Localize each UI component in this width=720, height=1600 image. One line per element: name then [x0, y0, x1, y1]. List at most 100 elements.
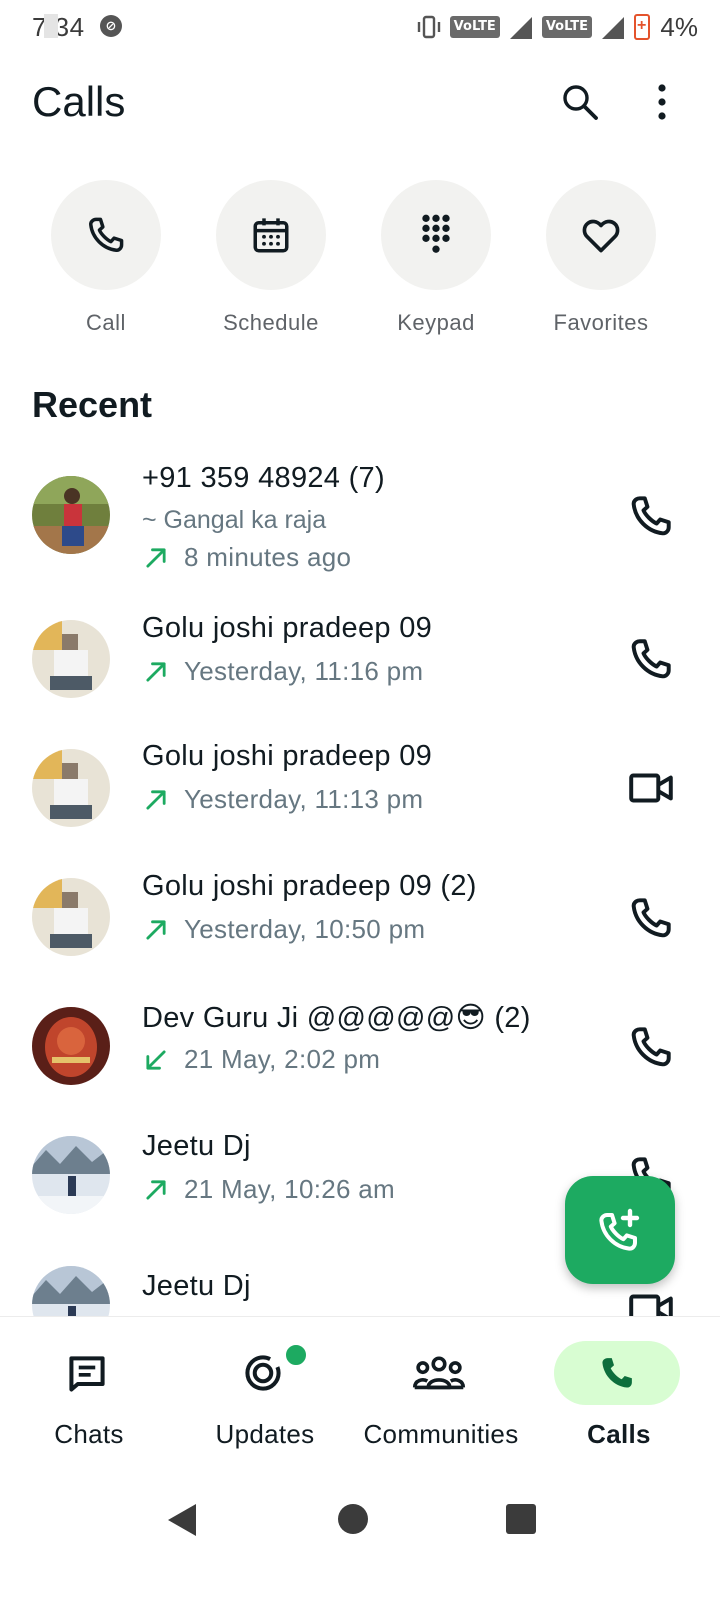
- avatar[interactable]: [32, 1007, 110, 1085]
- contact-name: Dev Guru Ji @@@@@😎 (2): [142, 1002, 531, 1034]
- new-call-fab[interactable]: [565, 1176, 675, 1284]
- nav-chats[interactable]: Chats: [4, 1339, 174, 1459]
- bottom-nav: Chats Updates Communities Calls: [0, 1316, 720, 1466]
- notification-icon: ⊘: [100, 15, 122, 37]
- heart-icon: [582, 219, 620, 253]
- call-meta: 21 May, 2:02 pm: [142, 1044, 380, 1075]
- calendar-icon: [253, 218, 289, 253]
- incoming-call-arrow-icon: [146, 1049, 166, 1070]
- contact-name: Golu joshi pradeep 09: [142, 612, 433, 644]
- voice-call-icon[interactable]: [626, 1022, 676, 1072]
- outgoing-call-arrow-icon: [146, 1179, 166, 1200]
- contact-subtitle: ~ Gangal ka raja: [142, 506, 327, 534]
- nav-communities-pill[interactable]: [376, 1341, 502, 1405]
- call-count: (2): [494, 1002, 531, 1034]
- quick-action-label: Call: [86, 310, 126, 335]
- recent-section-title: Recent: [32, 384, 153, 425]
- nav-updates[interactable]: Updates: [180, 1339, 350, 1459]
- nav-chats-label: Chats: [54, 1419, 124, 1449]
- system-nav-bar: [0, 1466, 720, 1600]
- video-call-icon[interactable]: [626, 763, 676, 813]
- quick-action-call-circle[interactable]: [51, 180, 161, 290]
- volte-icon-2: VoLTE: [541, 16, 592, 38]
- call-time: Yesterday, 10:50 pm: [184, 914, 426, 944]
- page-title: Calls: [32, 78, 126, 125]
- nav-communities[interactable]: Communities: [356, 1339, 526, 1459]
- signal-icon: [509, 17, 532, 39]
- call-meta: Yesterday, 11:13 pm: [142, 784, 423, 815]
- communities-icon: [412, 1356, 466, 1390]
- voice-call-icon[interactable]: [626, 893, 676, 943]
- call-count: (2): [440, 870, 477, 902]
- add-call-icon: [599, 1208, 640, 1251]
- call-meta: 21 May, 10:26 am: [142, 1174, 395, 1205]
- avatar[interactable]: [32, 878, 110, 956]
- call-meta: Yesterday, 10:50 pm: [142, 914, 425, 945]
- avatar[interactable]: [32, 1136, 110, 1214]
- voice-call-icon[interactable]: [626, 491, 676, 541]
- call-log-row[interactable]: Golu joshi pradeep 09 Yesterday, 11:13 p…: [0, 720, 720, 840]
- calls-icon: [602, 1358, 632, 1388]
- quick-action-favorites[interactable]: Favorites: [546, 180, 656, 335]
- voice-call-icon[interactable]: [626, 634, 676, 684]
- chats-icon: [69, 1356, 105, 1392]
- nav-chats-pill[interactable]: [24, 1341, 150, 1405]
- outgoing-call-arrow-icon: [146, 661, 166, 682]
- back-icon[interactable]: [166, 1502, 200, 1538]
- contact-name: Golu joshi pradeep 09 (2): [142, 870, 477, 902]
- video-call-icon[interactable]: [626, 1284, 676, 1316]
- call-meta: 8 minutes ago: [142, 542, 351, 573]
- dialpad-icon: [422, 214, 450, 253]
- avatar[interactable]: [32, 620, 110, 698]
- home-icon[interactable]: [338, 1504, 368, 1534]
- call-log-row[interactable]: +91 359 48924 (7) ~ Gangal ka raja 8 min…: [0, 440, 720, 580]
- more-options-icon[interactable]: [644, 82, 680, 122]
- quick-action-label: Keypad: [397, 310, 475, 335]
- outgoing-call-arrow-icon: [146, 547, 166, 568]
- vibrate-icon: [417, 15, 440, 39]
- contact-name: Jeetu Dj: [142, 1270, 251, 1302]
- quick-action-schedule[interactable]: Schedule: [216, 180, 326, 335]
- nav-calls-pill[interactable]: [554, 1341, 680, 1405]
- contact-name: +91 359 48924 (7): [142, 462, 385, 494]
- nav-communities-label: Communities: [363, 1419, 519, 1449]
- quick-action-favorites-circle[interactable]: [546, 180, 656, 290]
- status-time-blur: [44, 14, 58, 38]
- call-time: 8 minutes ago: [184, 542, 352, 572]
- call-log-row[interactable]: Golu joshi pradeep 09 (2) Yesterday, 10:…: [0, 850, 720, 970]
- quick-action-label: Favorites: [553, 310, 649, 335]
- volte-icon: VoLTE: [449, 16, 500, 38]
- status-time: 7 34: [32, 12, 85, 42]
- quick-action-schedule-circle[interactable]: [216, 180, 326, 290]
- quick-action-call[interactable]: Call: [51, 180, 161, 335]
- avatar[interactable]: [32, 1266, 110, 1316]
- quick-action-keypad[interactable]: Keypad: [381, 180, 491, 335]
- search-icon[interactable]: [560, 82, 600, 122]
- avatar[interactable]: [32, 749, 110, 827]
- call-time: Yesterday, 11:13 pm: [184, 784, 424, 814]
- nav-updates-label: Updates: [215, 1419, 315, 1449]
- contact-name: Jeetu Dj: [142, 1130, 251, 1162]
- call-count: (7): [348, 462, 385, 494]
- contact-name: Golu joshi pradeep 09: [142, 740, 433, 772]
- updates-icon: [245, 1355, 281, 1391]
- status-bar: 7 34 ⊘ VoLTE VoLTE 4%: [0, 0, 720, 54]
- call-log-row[interactable]: Golu joshi pradeep 09 Yesterday, 11:16 p…: [0, 590, 720, 710]
- avatar[interactable]: [32, 476, 110, 554]
- recent-apps-icon[interactable]: [506, 1504, 536, 1534]
- nav-calls[interactable]: Calls: [534, 1339, 704, 1459]
- battery-percent: 4%: [660, 12, 698, 42]
- outgoing-call-arrow-icon: [146, 919, 166, 940]
- battery-icon: [634, 14, 650, 40]
- status-icons: VoLTE VoLTE: [416, 12, 650, 42]
- quick-action-keypad-circle[interactable]: [381, 180, 491, 290]
- nav-calls-label: Calls: [587, 1419, 651, 1449]
- quick-action-label: Schedule: [223, 310, 319, 335]
- call-time: 21 May, 2:02 pm: [184, 1044, 381, 1074]
- updates-badge: [284, 1343, 308, 1367]
- call-log-row[interactable]: Dev Guru Ji @@@@@😎 (2) 21 May, 2:02 pm: [0, 980, 720, 1100]
- phone-icon: [89, 217, 124, 252]
- outgoing-call-arrow-icon: [146, 789, 166, 810]
- call-time: Yesterday, 11:16 pm: [184, 656, 424, 686]
- signal-4g-icon: [602, 17, 624, 39]
